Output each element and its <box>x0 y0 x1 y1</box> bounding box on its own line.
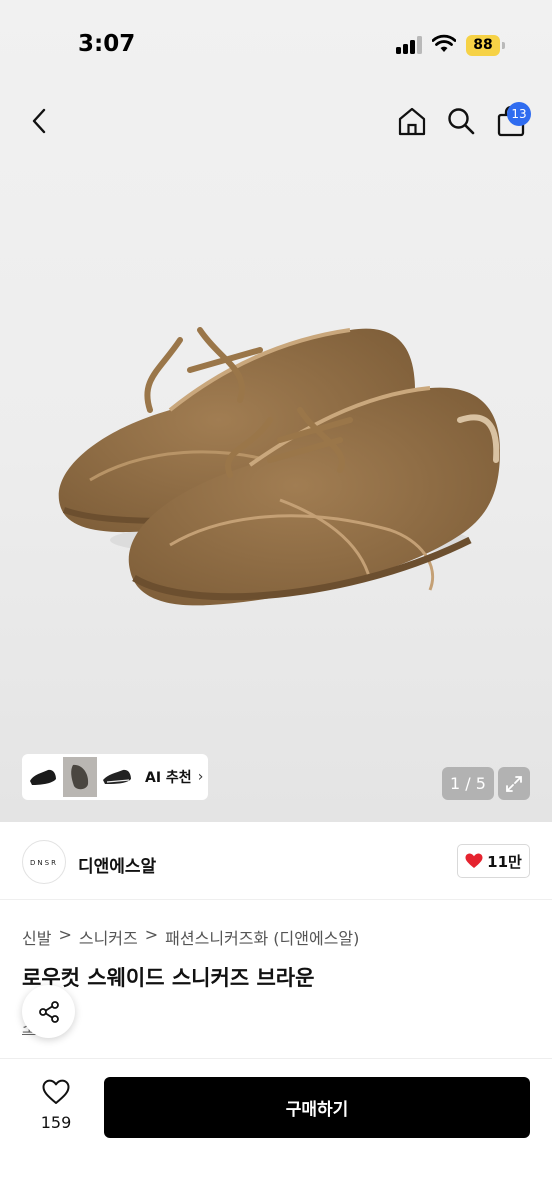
thumbnail-1[interactable] <box>26 758 60 796</box>
page-indicator: 1 / 5 <box>442 767 494 800</box>
breadcrumb-item[interactable]: 신발 <box>22 925 51 949</box>
home-icon <box>398 107 426 136</box>
cellular-signal-icon <box>396 36 424 54</box>
heart-outline-icon <box>42 1079 70 1104</box>
thumbnail-2[interactable] <box>63 757 97 797</box>
status-time: 3:07 <box>78 31 136 57</box>
breadcrumb-separator: > <box>58 925 72 944</box>
shop-row[interactable]: DNSR 디앤에스알 11만 <box>0 822 552 900</box>
wishlist-button[interactable]: 159 <box>30 1079 82 1139</box>
breadcrumb-separator: > <box>144 925 159 944</box>
breadcrumb-item[interactable]: 패션스니커즈화 (디앤에스알) <box>165 925 359 949</box>
search-icon <box>448 108 475 135</box>
shop-like-count: 11만 <box>487 852 522 871</box>
bottom-action-bar: 159 구매하기 <box>0 1058 552 1200</box>
ai-recommend-label: AI 추천 <box>145 770 192 786</box>
product-image-gallery[interactable]: 3:07 88 13 AI 추천 › 1 / 5 <box>0 0 552 822</box>
shop-name[interactable]: 디앤에스알 <box>78 852 156 877</box>
battery-indicator: 88 <box>466 35 500 56</box>
expand-button[interactable] <box>498 767 530 800</box>
shop-logo[interactable]: DNSR <box>22 840 66 884</box>
wifi-icon <box>432 34 456 52</box>
breadcrumb: 신발 > 스니커즈 > 패션스니커즈화 (디앤에스알) <box>22 925 359 949</box>
search-button[interactable] <box>441 101 481 141</box>
shoe-thumb-icon <box>30 769 56 785</box>
chevron-right-icon: › <box>197 769 204 785</box>
chevron-left-icon <box>32 108 46 134</box>
home-button[interactable] <box>392 101 432 141</box>
expand-icon <box>506 775 522 792</box>
product-title: 로우컷 스웨이드 스니커즈 브라운 <box>22 966 315 990</box>
back-button[interactable] <box>20 101 60 141</box>
shoe-thumb-icon <box>103 769 131 784</box>
product-image <box>58 327 501 606</box>
share-icon <box>38 1000 59 1023</box>
cart-count-badge: 13 <box>507 102 531 126</box>
shop-like-button[interactable]: 11만 <box>457 844 530 878</box>
share-button[interactable] <box>22 985 75 1038</box>
breadcrumb-item[interactable]: 스니커즈 <box>79 925 138 949</box>
shoe-thumb-icon <box>71 764 89 790</box>
battery-tip <box>502 42 505 49</box>
ai-recommend-strip[interactable]: AI 추천 › <box>22 754 208 800</box>
status-bar: 3:07 88 <box>0 0 552 90</box>
heart-filled-icon <box>465 853 483 868</box>
wishlist-count: 159 <box>40 1113 72 1132</box>
buy-button[interactable]: 구매하기 <box>104 1077 530 1138</box>
thumbnail-3[interactable] <box>100 758 134 796</box>
